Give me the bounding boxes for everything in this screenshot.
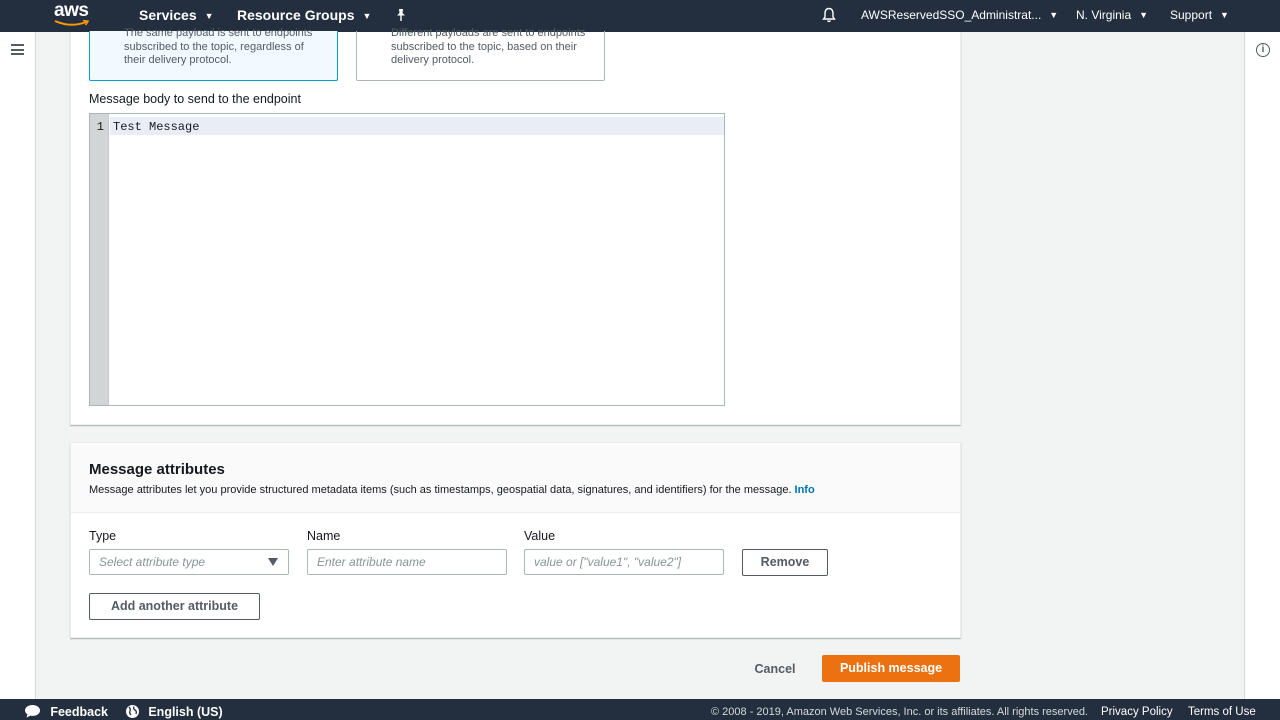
aws-logo-text: aws bbox=[54, 0, 89, 21]
privacy-policy-link[interactable]: Privacy Policy bbox=[1101, 699, 1173, 720]
message-attributes-title: Message attributes bbox=[89, 461, 225, 478]
editor-gutter: 1 bbox=[90, 114, 109, 405]
custom-payload-description: Different payloads are sent to endpoints… bbox=[391, 27, 586, 66]
menu-icon[interactable] bbox=[11, 44, 24, 55]
name-label: Name bbox=[307, 529, 341, 543]
resource-groups-label: Resource Groups bbox=[237, 7, 355, 23]
cancel-button[interactable]: Cancel bbox=[745, 659, 805, 679]
message-body-editor[interactable]: 1 Test Message bbox=[89, 113, 725, 406]
description-text: Message attributes let you provide struc… bbox=[89, 484, 792, 496]
aws-smile-icon bbox=[54, 20, 90, 26]
support-menu[interactable]: Support ▼ bbox=[1170, 0, 1229, 32]
aws-logo[interactable]: aws bbox=[54, 0, 94, 32]
right-help-rail: i bbox=[1244, 32, 1280, 699]
speech-bubble-icon bbox=[25, 705, 40, 718]
message-attributes-panel: Message attributes Message attributes le… bbox=[70, 442, 961, 638]
footer: Feedback English (US) © 2008 - 2019, Ama… bbox=[0, 699, 1280, 720]
message-details-panel: The same payload is sent to endpoints su… bbox=[70, 27, 961, 425]
support-label: Support bbox=[1170, 8, 1213, 22]
bell-icon[interactable] bbox=[822, 0, 836, 32]
region-label: N. Virginia bbox=[1076, 8, 1132, 22]
services-label: Services bbox=[139, 7, 197, 23]
info-link[interactable]: Info bbox=[795, 484, 815, 496]
value-placeholder: value or ["value1", "value2"] bbox=[534, 555, 682, 569]
account-label: AWSReservedSSO_Administrat... bbox=[861, 8, 1042, 22]
left-sidebar-rail bbox=[0, 32, 36, 699]
chevron-down-icon: ▼ bbox=[1139, 10, 1149, 20]
message-attributes-header: Message attributes Message attributes le… bbox=[71, 443, 960, 513]
value-label: Value bbox=[524, 529, 556, 543]
globe-icon bbox=[126, 705, 139, 718]
terms-of-use-link[interactable]: Terms of Use bbox=[1188, 699, 1256, 720]
caret-down-icon bbox=[268, 558, 278, 566]
region-menu[interactable]: N. Virginia ▼ bbox=[1076, 0, 1148, 32]
custom-payload-tile[interactable]: Different payloads are sent to endpoints… bbox=[356, 27, 605, 81]
chevron-down-icon: ▼ bbox=[1049, 10, 1059, 20]
message-body-label: Message body to send to the endpoint bbox=[89, 92, 301, 106]
feedback-label: Feedback bbox=[50, 705, 109, 719]
type-placeholder: Select attribute type bbox=[99, 555, 206, 569]
publish-message-button[interactable]: Publish message bbox=[822, 655, 960, 682]
attribute-value-input[interactable]: value or ["value1", "value2"] bbox=[524, 549, 724, 575]
copyright-text: © 2008 - 2019, Amazon Web Services, Inc.… bbox=[711, 706, 1088, 718]
add-attribute-button[interactable]: Add another attribute bbox=[89, 593, 260, 620]
line-number: 1 bbox=[96, 120, 104, 134]
active-line-highlight bbox=[110, 117, 724, 135]
name-placeholder: Enter attribute name bbox=[317, 555, 426, 569]
message-attributes-description: Message attributes let you provide struc… bbox=[89, 484, 815, 496]
feedback-link[interactable]: Feedback bbox=[24, 699, 108, 720]
attribute-type-select[interactable]: Select attribute type bbox=[89, 549, 289, 575]
identical-payload-description: The same payload is sent to endpoints su… bbox=[124, 27, 313, 66]
account-menu[interactable]: AWSReservedSSO_Administrat... ▼ bbox=[861, 0, 1058, 32]
remove-attribute-button[interactable]: Remove bbox=[742, 549, 828, 576]
info-icon[interactable]: i bbox=[1256, 43, 1270, 57]
attribute-name-input[interactable]: Enter attribute name bbox=[307, 549, 507, 575]
language-label: English (US) bbox=[148, 705, 223, 719]
message-body-text[interactable]: Test Message bbox=[113, 120, 199, 134]
chevron-down-icon: ▼ bbox=[1220, 10, 1229, 20]
identical-payload-tile[interactable]: The same payload is sent to endpoints su… bbox=[89, 27, 338, 81]
type-label: Type bbox=[89, 529, 117, 543]
chevron-down-icon: ▼ bbox=[362, 11, 372, 21]
language-selector[interactable]: English (US) bbox=[125, 699, 223, 720]
